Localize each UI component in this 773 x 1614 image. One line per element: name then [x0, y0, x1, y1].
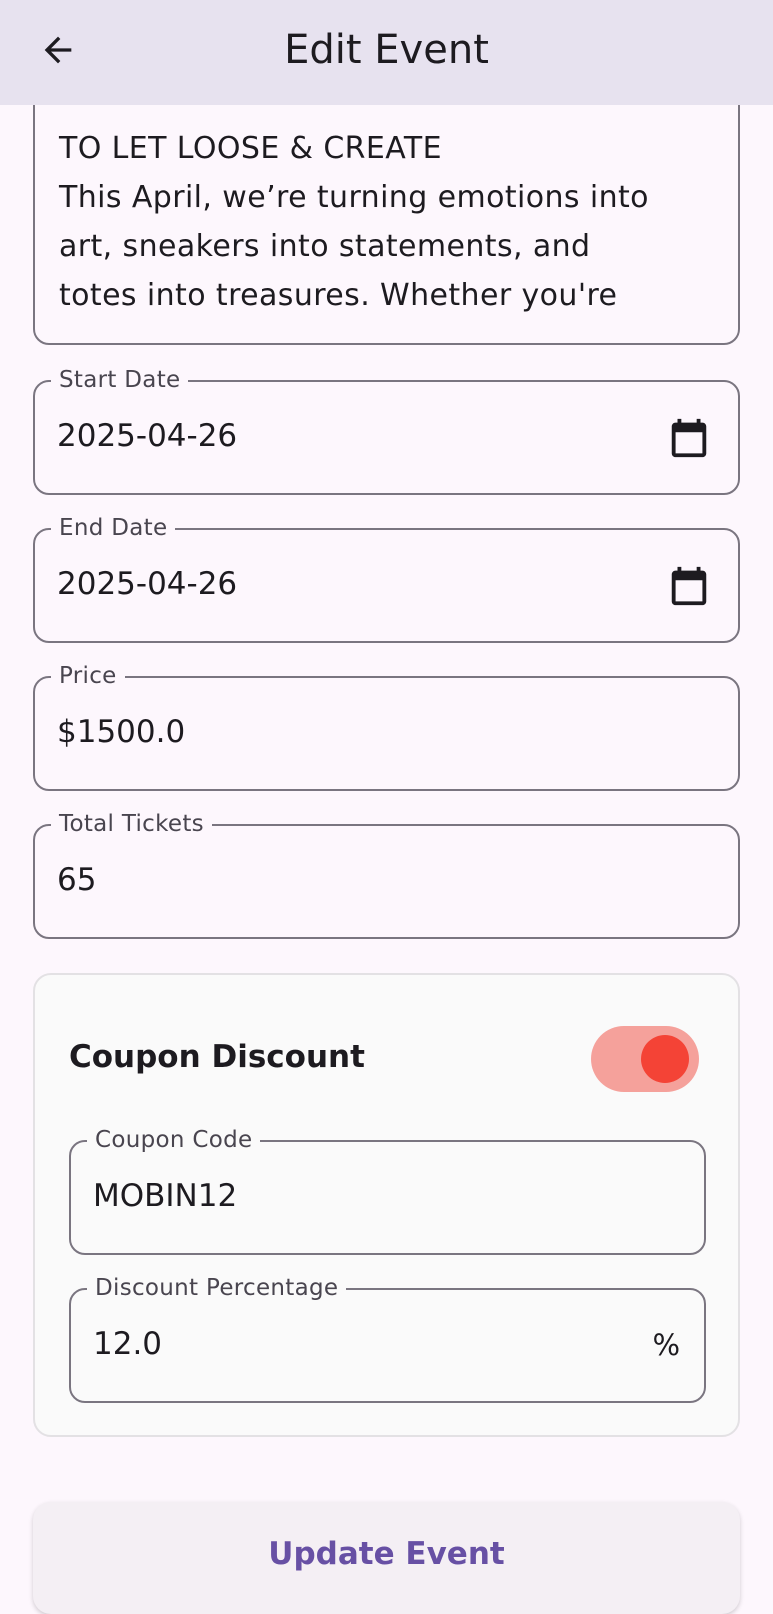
- coupon-toggle[interactable]: [591, 1026, 699, 1092]
- discount-percentage-value: 12.0: [93, 1326, 163, 1362]
- toggle-thumb: [641, 1035, 689, 1083]
- price-field[interactable]: Price $1500.0: [33, 662, 740, 791]
- start-date-value: 2025-04-26: [57, 418, 238, 454]
- update-event-label: Update Event: [268, 1536, 505, 1572]
- end-date-field[interactable]: End Date 2025-04-26: [33, 514, 740, 643]
- percent-suffix: %: [652, 1328, 680, 1362]
- total-tickets-label: Total Tickets: [51, 810, 212, 838]
- description-text: TO LET LOOSE & CREATE This April, we’re …: [59, 124, 718, 320]
- coupon-code-value: MOBIN12: [93, 1178, 238, 1214]
- start-date-label: Start Date: [51, 366, 189, 394]
- start-date-field[interactable]: Start Date 2025-04-26: [33, 366, 740, 495]
- description-line: art, sneakers into statements, and: [59, 229, 591, 264]
- coupon-code-field[interactable]: Coupon Code MOBIN12: [69, 1126, 706, 1255]
- total-tickets-value: 65: [57, 862, 97, 898]
- discount-percentage-label: Discount Percentage: [87, 1274, 347, 1302]
- description-line: TO LET LOOSE & CREATE: [59, 131, 442, 166]
- page-title: Edit Event: [284, 27, 489, 73]
- price-label: Price: [51, 662, 125, 690]
- description-line: This April, we’re turning emotions into: [59, 180, 649, 215]
- calendar-icon[interactable]: [666, 415, 712, 461]
- total-tickets-field[interactable]: Total Tickets 65: [33, 810, 740, 939]
- calendar-icon[interactable]: [666, 563, 712, 609]
- coupon-title: Coupon Discount: [69, 1039, 365, 1075]
- end-date-label: End Date: [51, 514, 176, 542]
- end-date-value: 2025-04-26: [57, 566, 238, 602]
- coupon-code-label: Coupon Code: [87, 1126, 261, 1154]
- update-event-button[interactable]: Update Event: [33, 1502, 740, 1614]
- coupon-card: Coupon Discount Coupon Code MOBIN12 Disc…: [33, 973, 740, 1437]
- discount-percentage-field[interactable]: Discount Percentage 12.0 %: [69, 1274, 706, 1403]
- price-value: $1500.0: [57, 714, 186, 750]
- description-line: totes into treasures. Whether you're: [59, 278, 618, 313]
- app-bar: Edit Event: [0, 0, 773, 105]
